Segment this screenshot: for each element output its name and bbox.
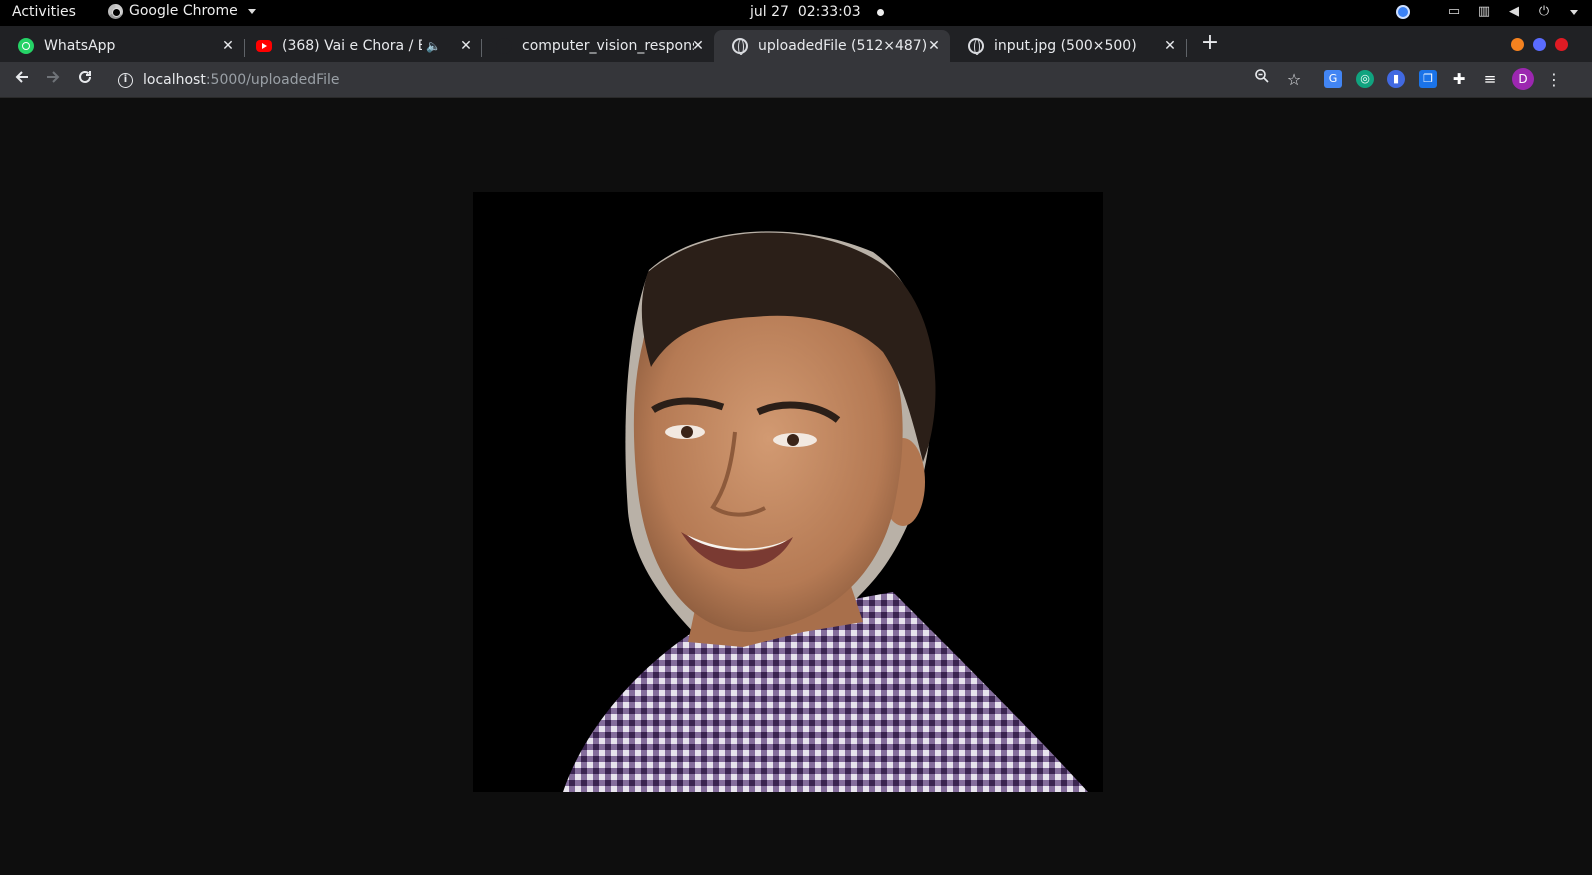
- app-menu-label: Google Chrome: [129, 3, 238, 19]
- activities-button[interactable]: Activities: [12, 4, 76, 20]
- browser-toolbar: i localhost:5000/uploadedFile ☆ G ◎ ▮ ❐ …: [0, 62, 1592, 98]
- tab-label: computer_vision_respons: [522, 38, 694, 54]
- copy-extension-icon[interactable]: ❐: [1419, 70, 1437, 88]
- page-icon: [496, 38, 512, 54]
- info-icon[interactable]: i: [118, 72, 133, 88]
- tab-label: input.jpg (500×500): [994, 38, 1137, 54]
- google-translate-icon[interactable]: G: [1324, 70, 1342, 88]
- url-host: localhost: [143, 72, 206, 88]
- network-icon[interactable]: ▥: [1476, 4, 1492, 20]
- bookmark-star-icon[interactable]: ☆: [1282, 68, 1306, 92]
- power-icon[interactable]: ⏻: [1536, 4, 1552, 20]
- tab-separator: [1186, 39, 1187, 57]
- portrait-image: [563, 231, 1088, 792]
- reload-button[interactable]: [73, 68, 97, 92]
- speaker-icon[interactable]: 🔈: [426, 39, 441, 53]
- clock-date: jul 27: [750, 4, 789, 20]
- new-tab-button[interactable]: +: [1198, 32, 1222, 56]
- image-viewer: [0, 98, 1592, 875]
- tab-whatsapp[interactable]: WhatsApp ✕: [0, 30, 244, 62]
- clock-text: jul 27 02:33:03: [750, 4, 861, 20]
- app-indicator-icon[interactable]: [1396, 5, 1410, 19]
- chatgpt-extension-icon[interactable]: ◎: [1356, 70, 1374, 88]
- chrome-icon: [108, 3, 123, 19]
- tab-label: WhatsApp: [44, 38, 116, 54]
- avatar[interactable]: D: [1512, 68, 1534, 90]
- volume-icon[interactable]: ◀: [1506, 4, 1522, 20]
- close-icon[interactable]: ✕: [458, 38, 474, 54]
- reload-icon: [79, 70, 91, 83]
- youtube-icon: [256, 40, 272, 52]
- arrow-left-icon: [15, 71, 28, 83]
- url-path: :5000/uploadedFile: [205, 72, 340, 88]
- tab-label: uploadedFile (512×487): [758, 38, 928, 54]
- notification-dot-icon: [876, 8, 884, 16]
- bookmark-extension-icon[interactable]: ▮: [1387, 70, 1405, 88]
- close-window-button[interactable]: [1555, 38, 1568, 51]
- close-icon[interactable]: ✕: [926, 38, 942, 54]
- chevron-down-icon[interactable]: [1570, 9, 1578, 15]
- close-icon[interactable]: ✕: [1162, 38, 1178, 54]
- system-top-bar: Activities Google Chrome jul 27 02:33:03…: [0, 0, 1592, 26]
- globe-icon: [968, 38, 984, 55]
- minimize-button[interactable]: [1511, 38, 1524, 51]
- uploaded-image[interactable]: [473, 192, 1103, 792]
- globe-icon: [732, 38, 748, 55]
- tab-strip: WhatsApp ✕ (368) Vai e Chora / Eu J 🔈 ✕ …: [0, 26, 1592, 62]
- system-tray[interactable]: ▭ ▥ ◀ ⏻: [1396, 4, 1578, 20]
- screen-icon[interactable]: ▭: [1446, 4, 1462, 20]
- tab-uploaded-file[interactable]: uploadedFile (512×487) ✕: [714, 30, 950, 62]
- tab-youtube[interactable]: (368) Vai e Chora / Eu J 🔈 ✕: [238, 30, 482, 62]
- clock[interactable]: jul 27 02:33:03: [750, 4, 884, 20]
- close-icon[interactable]: ✕: [220, 38, 236, 54]
- tab-input-jpg[interactable]: input.jpg (500×500) ✕: [950, 30, 1186, 62]
- tab-label: (368) Vai e Chora / Eu J: [282, 38, 422, 54]
- tab-computer-vision[interactable]: computer_vision_respons ✕: [478, 30, 714, 62]
- whatsapp-icon: [18, 38, 34, 54]
- address-bar[interactable]: i localhost:5000/uploadedFile: [110, 66, 1318, 94]
- media-control-icon[interactable]: ≡: [1481, 70, 1499, 88]
- forward-button[interactable]: [41, 68, 65, 92]
- maximize-button[interactable]: [1533, 38, 1546, 51]
- clock-time: 02:33:03: [797, 4, 861, 20]
- zoom-icon[interactable]: [1250, 68, 1274, 92]
- app-menu[interactable]: Google Chrome: [108, 3, 256, 19]
- back-button[interactable]: [10, 68, 34, 92]
- kebab-menu-icon[interactable]: ⋮: [1542, 68, 1566, 92]
- close-icon[interactable]: ✕: [690, 38, 706, 54]
- arrow-right-icon: [47, 71, 60, 83]
- extensions-puzzle-icon[interactable]: ✚: [1450, 70, 1468, 88]
- chevron-down-icon: [247, 8, 256, 14]
